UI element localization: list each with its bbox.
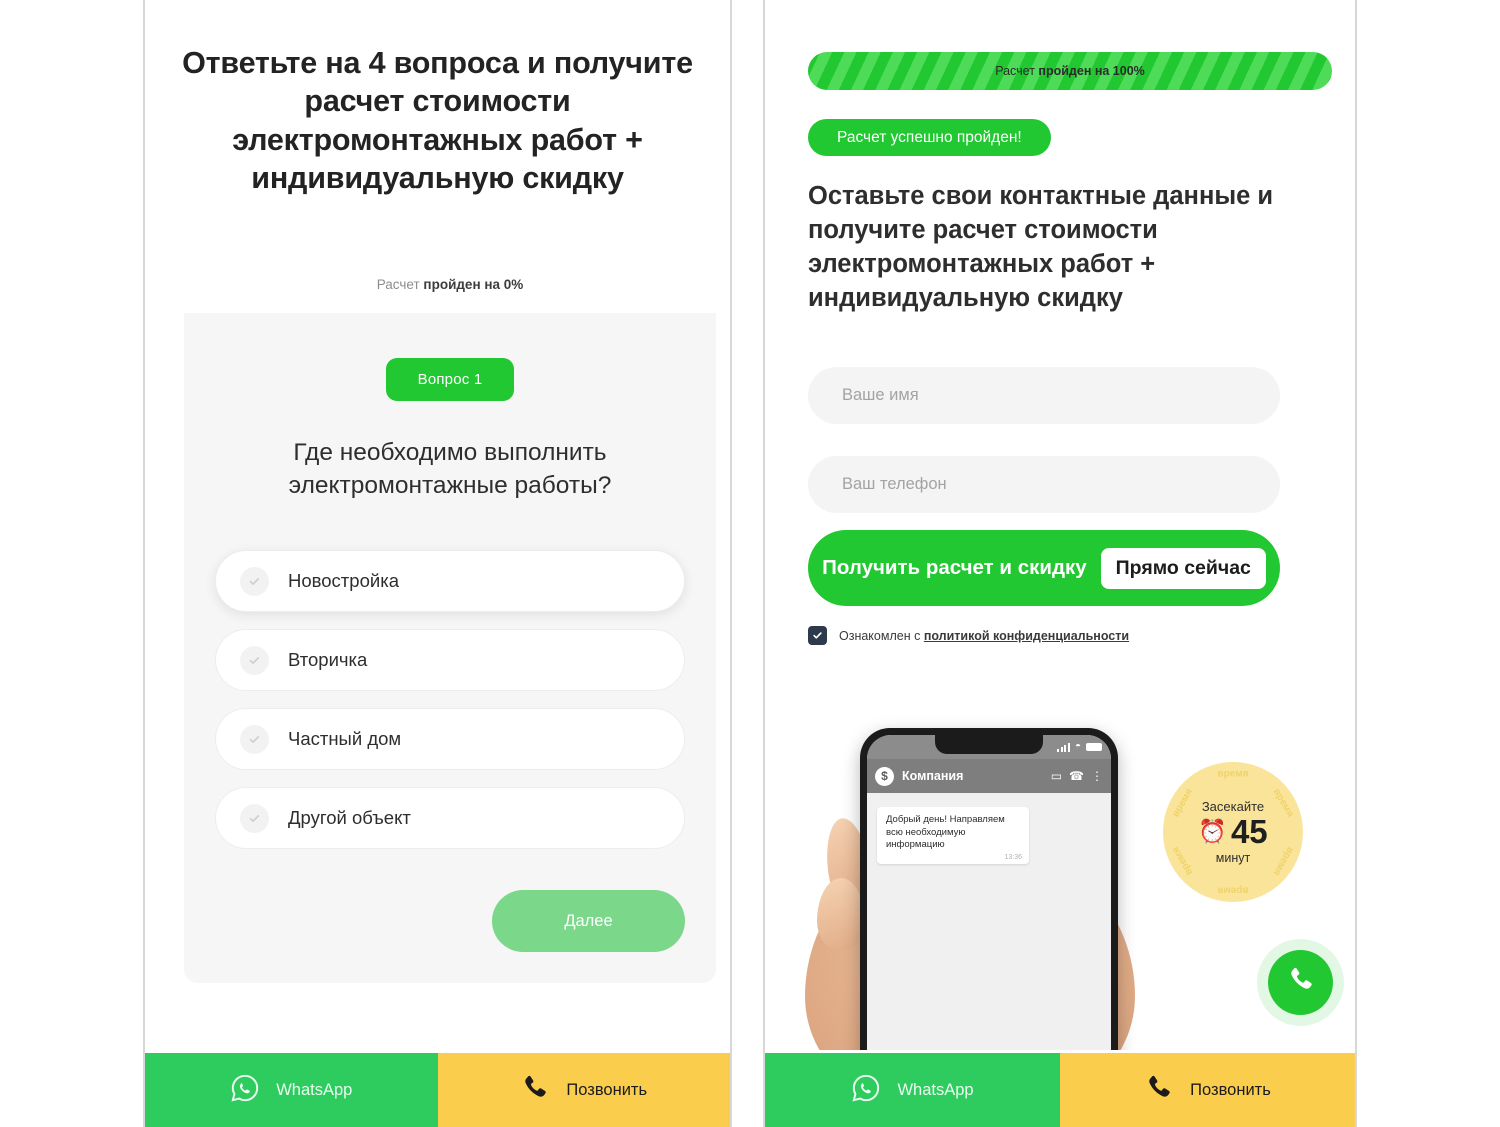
consent-prefix: Ознакомлен с <box>839 628 924 643</box>
option-vtorichka[interactable]: Вторичка <box>215 629 685 692</box>
consent-row: Ознакомлен с политикой конфиденциальност… <box>808 626 1129 645</box>
more-options-icon: ⋮ <box>1091 769 1103 783</box>
battery-icon <box>1086 743 1102 751</box>
whatsapp-icon <box>230 1073 260 1108</box>
option-label: Вторичка <box>288 649 368 671</box>
phone-icon <box>1286 965 1316 1000</box>
progress-bar-striped: Расчет пройден на 100% <box>808 52 1332 90</box>
progress-value: пройден на 0% <box>423 276 524 292</box>
option-chastny-dom[interactable]: Частный дом <box>215 708 685 771</box>
check-icon <box>240 803 269 833</box>
submit-main-label: Получить расчет и скидку <box>822 556 1087 579</box>
whatsapp-label: WhatsApp <box>897 1080 974 1099</box>
next-button-row: Далее <box>184 866 716 983</box>
phone-icon <box>1144 1073 1174 1108</box>
video-call-icon: ▭ <box>1050 769 1063 783</box>
bottom-bar-left: WhatsApp Позвонить <box>145 1053 730 1127</box>
signal-icon <box>1057 742 1070 752</box>
check-icon <box>240 724 269 754</box>
call-label: Позвонить <box>1190 1080 1271 1099</box>
privacy-policy-link[interactable]: политикой конфиденциальности <box>924 629 1129 643</box>
check-icon <box>240 566 269 596</box>
wifi-icon: ◓ <box>1074 741 1081 752</box>
check-icon <box>240 645 269 675</box>
timer-badge: время время время время время время Засекайте… <box>1163 762 1303 902</box>
phone-screen: ◓ $ Компания ▭ ☎ ⋮ Добрый день! Направля… <box>867 735 1111 1050</box>
progress-label: Расчет пройден на 0% <box>377 277 524 292</box>
options-list: Новостройка Вторичка Частный дом Другой … <box>184 550 716 850</box>
question-badge-row: Вопрос 1 <box>184 358 716 401</box>
option-label: Новостройка <box>288 570 399 592</box>
quiz-card: Расчет пройден на 0% Вопрос 1 Где необхо… <box>184 255 716 984</box>
alarm-clock-icon: ⏰ <box>1198 818 1227 844</box>
phone-icon <box>520 1073 550 1108</box>
page-root: Ответьте на 4 вопроса и получите расчет … <box>0 0 1500 1127</box>
voice-call-icon: ☎ <box>1069 769 1084 783</box>
question-number-badge: Вопрос 1 <box>385 358 515 401</box>
option-novostroyka[interactable]: Новостройка <box>215 550 685 613</box>
timer-number: 45 <box>1230 813 1268 850</box>
phone-notch <box>935 735 1043 754</box>
consent-text: Ознакомлен с политикой конфиденциальност… <box>839 629 1129 643</box>
timer-top-label: Засекайте <box>1201 799 1265 814</box>
right-screen-card: Расчет пройден на 100% Расчет успешно пр… <box>763 0 1357 1127</box>
option-label: Частный дом <box>288 728 402 750</box>
whatsapp-icon <box>851 1073 881 1108</box>
chat-message-text: Добрый день! Направляем всю необходимую … <box>886 814 1005 851</box>
progress-bar-value: пройден на 100% <box>1038 64 1145 78</box>
call-button[interactable]: Позвонить <box>1060 1053 1355 1127</box>
progress-prefix: Расчет <box>376 276 424 292</box>
timer-content: Засекайте ⏰ 45 минут <box>1163 762 1303 902</box>
question-text: Где необходимо выполнить электромонтажны… <box>288 439 612 500</box>
whatsapp-button[interactable]: WhatsApp <box>145 1053 438 1127</box>
floating-call-button[interactable] <box>1268 950 1333 1015</box>
next-button[interactable]: Далее <box>492 890 685 953</box>
timer-value-row: ⏰ 45 <box>1198 815 1267 848</box>
progress-bar-label: Расчет пройден на 100% <box>995 64 1145 78</box>
option-drugoy-obekt[interactable]: Другой объект <box>215 787 685 850</box>
quiz-progress-strip: Расчет пройден на 0% <box>184 255 716 313</box>
subheadline: Оставьте свои контактные данные и получи… <box>808 182 1274 312</box>
left-screen-card: Ответьте на 4 вопроса и получите расчет … <box>143 0 732 1127</box>
avatar: $ <box>875 766 894 786</box>
chat-message-bubble: Добрый день! Направляем всю необходимую … <box>877 807 1029 864</box>
smartphone-device: ◓ $ Компания ▭ ☎ ⋮ Добрый день! Направля… <box>860 728 1118 1050</box>
bottom-bar-right: WhatsApp Позвонить <box>765 1053 1355 1127</box>
option-label: Другой объект <box>288 807 411 829</box>
chat-message-time: 13:36 <box>1004 853 1022 861</box>
timer-unit-label: минут <box>1215 851 1251 865</box>
whatsapp-button[interactable]: WhatsApp <box>765 1053 1060 1127</box>
call-button[interactable]: Позвонить <box>437 1053 730 1127</box>
page-title: Ответьте на 4 вопроса и получите расчет … <box>182 46 693 196</box>
progress-bar-prefix: Расчет <box>995 64 1039 78</box>
chat-contact-name: Компания <box>902 769 964 783</box>
success-badge: Расчет успешно пройден! <box>808 119 1051 156</box>
chat-app-bar: $ Компания ▭ ☎ ⋮ <box>867 759 1111 793</box>
whatsapp-label: WhatsApp <box>276 1080 353 1099</box>
call-label: Позвонить <box>566 1080 648 1099</box>
name-input[interactable] <box>808 367 1280 424</box>
phone-status-bar: ◓ <box>867 735 1111 759</box>
chat-body: Добрый день! Направляем всю необходимую … <box>867 793 1111 1050</box>
submit-chip-label: Прямо сейчас <box>1100 547 1266 589</box>
phone-input[interactable] <box>808 456 1280 513</box>
consent-checkbox[interactable] <box>808 626 827 645</box>
submit-button[interactable]: Получить расчет и скидку Прямо сейчас <box>808 530 1280 606</box>
